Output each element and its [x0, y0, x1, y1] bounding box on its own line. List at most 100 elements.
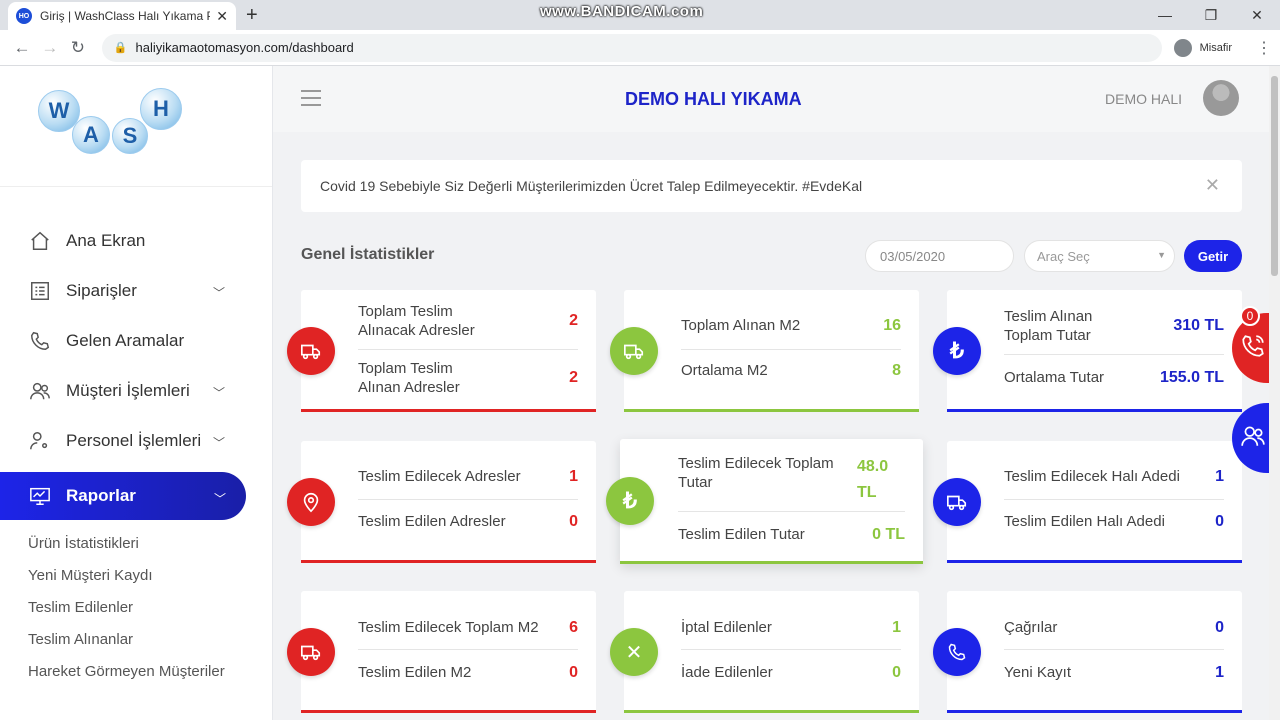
submenu-item[interactable]: Hareket Görmeyen Müşteriler: [28, 662, 225, 694]
recording-watermark: www.BANDICAM.com: [540, 3, 704, 20]
chevron-down-icon: ﹀: [213, 492, 226, 506]
browser-toolbar: ← → ↻ 🔒 haliyikamaotomasyon.com/dashboar…: [0, 30, 1280, 66]
tab-close-icon[interactable]: ✕: [216, 8, 228, 25]
stat-label: Çağrılar: [1004, 619, 1058, 636]
sidebar-menu: Ana Ekran Siparişler ﹀ Gelen Aramalar Mü…: [0, 216, 273, 520]
stat-label: Teslim Edilen Adresler: [358, 513, 506, 530]
brand-title: DEMO HALI YIKAMA: [625, 89, 802, 109]
phone-icon: [28, 329, 52, 353]
stat-value: 0 TL: [872, 525, 905, 543]
lira-icon: ₺: [606, 477, 654, 525]
announcement-alert: Covid 19 Sebebiyle Siz Değerli Müşterile…: [301, 160, 1242, 212]
browser-tabstrip: HO Giriş | WashClass Halı Yıkama Pro ✕ +…: [0, 0, 1280, 30]
getir-button[interactable]: Getir: [1184, 240, 1242, 272]
window-controls: — ❐ ✕: [1142, 0, 1280, 30]
chevron-down-icon: ﹀: [212, 436, 225, 450]
sidebar-item-label: Gelen Aramalar: [66, 331, 185, 350]
sidebar-item-label: Müşteri İşlemleri: [66, 381, 190, 400]
submenu-item[interactable]: Yeni Müşteri Kaydı: [28, 566, 225, 598]
monitor-chart-icon: [28, 484, 52, 508]
stat-label: İade Edilenler: [681, 664, 773, 681]
phone-icon: [933, 628, 981, 676]
stat-value: 2: [569, 312, 578, 329]
back-icon[interactable]: ←: [8, 38, 36, 58]
date-input[interactable]: 03/05/2020: [865, 240, 1014, 272]
reload-icon[interactable]: ↻: [64, 38, 92, 58]
stat-value: 48.0 TL: [857, 458, 889, 501]
stat-value: 1: [1215, 467, 1224, 485]
stat-card: ₺ Teslim Alınan Toplam Tutar 310 TL Ortal…: [933, 290, 1242, 412]
close-icon[interactable]: ✕: [1205, 175, 1220, 196]
address-bar[interactable]: 🔒 haliyikamaotomasyon.com/dashboard: [101, 33, 1162, 62]
main-content: DEMO HALI YIKAMA DEMO HALI Covid 19 Sebe…: [273, 66, 1280, 720]
stat-value: 0: [892, 663, 901, 681]
sidebar-item-musteri-islemleri[interactable]: Müşteri İşlemleri ﹀: [0, 366, 273, 416]
topbar: DEMO HALI YIKAMA DEMO HALI: [273, 66, 1280, 132]
stat-label: Toplam Teslim Alınacak Adresler: [358, 303, 475, 339]
stat-label: İptal Edilenler: [681, 619, 772, 636]
location-pin-icon: [287, 478, 335, 526]
stat-label: Teslim Edilecek Toplam M2: [358, 619, 539, 636]
truck-icon: [287, 327, 335, 375]
stat-card: Toplam Teslim Alınacak Adresler 2 Toplam …: [287, 290, 596, 412]
logo-letter: S: [112, 118, 148, 154]
profile-button[interactable]: Misafir: [1173, 38, 1232, 57]
stat-label: Teslim Edilen M2: [358, 664, 472, 681]
avatar[interactable]: [1203, 80, 1239, 116]
stat-value: 0: [1215, 512, 1224, 530]
stat-value: 2: [569, 369, 578, 386]
sidebar-item-label: Ana Ekran: [66, 231, 146, 250]
stat-label: Toplam Teslim Alınan Adresler: [358, 360, 460, 396]
stat-label: Teslim Edilecek Toplam Tutar: [678, 455, 834, 491]
stat-value: 1: [569, 467, 578, 485]
sidebar-item-label: Siparişler: [66, 281, 137, 300]
section-title: Genel İstatistikler: [301, 246, 435, 263]
submenu-item[interactable]: Teslim Alınanlar: [28, 630, 225, 662]
tab-title: Giriş | WashClass Halı Yıkama Pro: [40, 9, 211, 23]
stat-label: Teslim Edilecek Adresler: [358, 468, 521, 485]
stat-label: Toplam Alınan M2: [681, 317, 801, 334]
logo-letter: A: [72, 116, 110, 154]
logo[interactable]: W A S H: [0, 66, 272, 187]
truck-icon: [610, 327, 658, 375]
forward-icon[interactable]: →: [36, 38, 64, 58]
minimize-icon[interactable]: —: [1142, 0, 1188, 30]
sidebar-item-personel-islemleri[interactable]: Personel İşlemleri ﹀: [0, 416, 273, 466]
chevron-down-icon: ﹀: [212, 286, 225, 300]
stat-label: Teslim Edilen Halı Adedi: [1004, 513, 1165, 530]
stat-value: 1: [1215, 663, 1224, 681]
sidebar-item-siparisler[interactable]: Siparişler ﹀: [0, 266, 273, 316]
submenu-item[interactable]: Ürün İstatistikleri: [28, 534, 225, 566]
browser-menu-icon[interactable]: ⋮: [1256, 38, 1272, 58]
maximize-icon[interactable]: ❐: [1188, 0, 1234, 30]
hamburger-icon[interactable]: [301, 90, 321, 111]
stat-value: 155.0 TL: [1159, 368, 1224, 386]
stat-label: Teslim Edilen Tutar: [678, 526, 805, 543]
vehicle-select[interactable]: Araç Seç ▼: [1024, 240, 1175, 272]
sidebar-item-raporlar[interactable]: Raporlar ﹀: [0, 472, 246, 520]
chevron-down-icon: ▼: [1157, 250, 1166, 260]
sidebar-item-gelen-aramalar[interactable]: Gelen Aramalar: [0, 316, 273, 366]
stat-value: 0: [1215, 618, 1224, 636]
favicon-icon: HO: [16, 8, 32, 24]
sidebar-item-label: Raporlar: [66, 486, 136, 505]
users-icon: [28, 379, 52, 403]
url-text: haliyikamaotomasyon.com/dashboard: [135, 40, 354, 55]
user-name[interactable]: DEMO HALI: [1105, 91, 1182, 107]
sidebar-item-label: Personel İşlemleri: [66, 431, 202, 450]
close-window-icon[interactable]: ✕: [1234, 0, 1280, 30]
stat-label: Teslim Alınan Toplam Tutar: [1004, 308, 1093, 344]
submenu-item[interactable]: Teslim Edilenler: [28, 598, 225, 630]
calls-count-badge: 0: [1240, 306, 1260, 326]
stat-card: Çağrılar 0 Yeni Kayıt 1: [933, 591, 1242, 713]
lock-icon: 🔒: [113, 42, 128, 54]
browser-tab[interactable]: HO Giriş | WashClass Halı Yıkama Pro ✕: [8, 2, 236, 30]
logo-letter: H: [140, 88, 182, 130]
users-icon: [1240, 423, 1266, 454]
scrollbar[interactable]: [1269, 66, 1280, 720]
new-tab-button[interactable]: +: [246, 4, 258, 27]
stat-value: 0: [569, 663, 578, 681]
stat-card: ✕ İptal Edilenler 1 İade Edilenler 0: [610, 591, 919, 713]
stat-label: Ortalama Tutar: [1004, 369, 1105, 386]
sidebar-item-ana-ekran[interactable]: Ana Ekran: [0, 216, 273, 266]
